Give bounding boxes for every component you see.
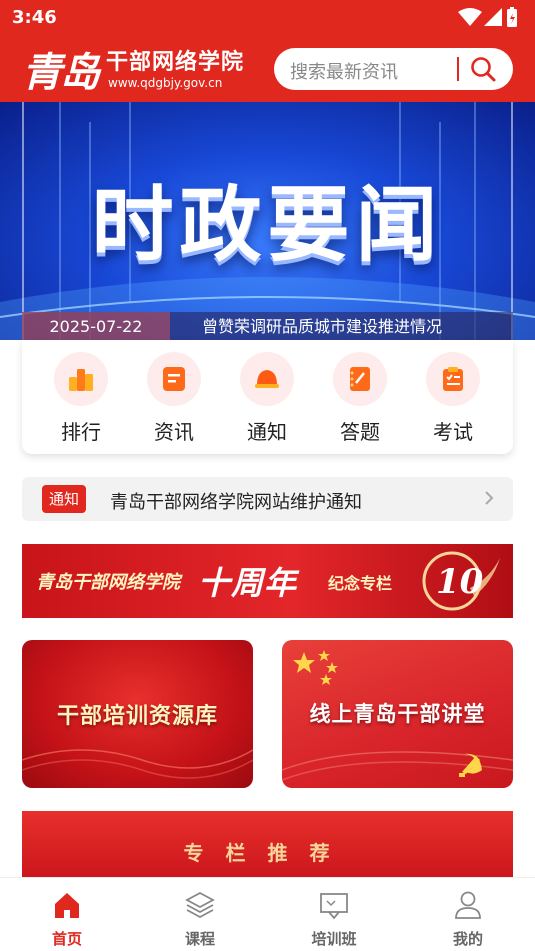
recommend-section[interactable]: 专栏推荐 (22, 811, 513, 877)
chevron-right-icon (485, 491, 494, 505)
stars-icon (293, 650, 338, 685)
bell-icon (255, 370, 279, 388)
logo-name: 干部网络学院 (106, 50, 245, 75)
banner-caption[interactable]: 2025-07-22 曾赞荣调研品质城市建设推进情况 (22, 312, 513, 340)
banner-date: 2025-07-22 (22, 312, 170, 340)
quick-label-news: 资讯 (154, 420, 194, 444)
quick-label-quiz: 答题 (340, 420, 380, 444)
exam-icon (443, 367, 463, 391)
quick-label-exam: 考试 (433, 420, 473, 444)
card-online-lecture[interactable]: 线上青岛干部讲堂 (282, 640, 513, 788)
card-title-lecture: 线上青岛干部讲堂 (309, 702, 486, 726)
anniversary-org: 青岛干部网络学院 (36, 572, 180, 593)
layers-icon (185, 891, 215, 919)
recommend-title: 专栏推荐 (183, 841, 352, 865)
anniversary-banner[interactable]: 青岛干部网络学院 十周年 纪念专栏 10 (22, 544, 513, 618)
search-box[interactable]: 搜索最新资讯 (274, 48, 513, 90)
quick-item-ranking[interactable]: 排行 (41, 352, 121, 444)
status-icons (458, 7, 517, 27)
card-decoration (22, 749, 253, 779)
anniversary-title: 十周年 (198, 564, 298, 602)
tab-courses[interactable]: 课程 (150, 888, 250, 948)
news-banner[interactable]: 时政要闻 2025-07-22 曾赞荣调研品质城市建设推进情况 (0, 102, 535, 340)
banner-headline: 曾赞荣调研品质城市建设推进情况 (202, 317, 443, 336)
home-icon (55, 893, 79, 918)
news-icon (163, 367, 185, 391)
anniversary-column: 纪念专栏 (328, 574, 393, 593)
bottom-tab-bar: 首页 课程 培训班 我的 (0, 877, 535, 951)
card-title-resources: 干部培训资源库 (56, 703, 218, 729)
tab-home[interactable]: 首页 (17, 888, 117, 948)
quick-item-news[interactable]: 资讯 (134, 352, 214, 444)
party-emblem-icon (459, 753, 482, 777)
tab-label-mine: 我的 (452, 930, 483, 948)
tab-mine[interactable]: 我的 (418, 888, 518, 948)
wifi-icon (458, 8, 482, 26)
anniversary-number: 10 (436, 562, 484, 602)
user-icon (455, 891, 481, 919)
tab-label-courses: 课程 (184, 930, 215, 948)
quick-menu: 排行 资讯 通知 答题 考试 (22, 340, 513, 454)
search-icon[interactable] (469, 55, 497, 83)
quiz-icon (350, 367, 370, 391)
quick-label-ranking: 排行 (61, 420, 101, 444)
ranking-icon (69, 369, 93, 391)
status-bar: 3:46 (0, 0, 535, 36)
notice-bar[interactable]: 通知 青岛干部网络学院网站维护通知 (22, 477, 513, 521)
top-header: 3:46 青岛 干部网络学院 www.qdgbjy.gov.cn 搜索最新资讯 (0, 0, 535, 102)
anniversary-emblem: 10 (422, 551, 500, 611)
quick-item-notice[interactable]: 通知 (227, 352, 307, 444)
quick-item-quiz[interactable]: 答题 (320, 352, 400, 444)
quick-item-exam[interactable]: 考试 (413, 352, 493, 444)
class-icon (320, 893, 348, 920)
notice-text: 青岛干部网络学院网站维护通知 (110, 492, 362, 513)
search-placeholder: 搜索最新资讯 (290, 62, 398, 83)
notice-tag: 通知 (42, 485, 86, 513)
app-screen: 3:46 青岛 干部网络学院 www.qdgbjy.gov.cn 搜索最新资讯 (0, 0, 535, 951)
logo-city: 青岛 (22, 49, 100, 96)
signal-icon (484, 8, 502, 26)
tab-label-training-class: 培训班 (311, 930, 357, 948)
banner-title: 时政要闻 (91, 177, 444, 273)
card-training-resources[interactable]: 干部培训资源库 (22, 640, 253, 788)
status-time: 3:46 (12, 7, 57, 28)
tab-label-home: 首页 (51, 930, 82, 948)
logo-url: www.qdgbjy.gov.cn (108, 76, 223, 90)
tab-training-class[interactable]: 培训班 (284, 888, 384, 948)
site-logo[interactable]: 青岛 干部网络学院 www.qdgbjy.gov.cn (22, 40, 262, 98)
quick-label-notice: 通知 (247, 420, 287, 444)
search-divider (457, 57, 459, 81)
